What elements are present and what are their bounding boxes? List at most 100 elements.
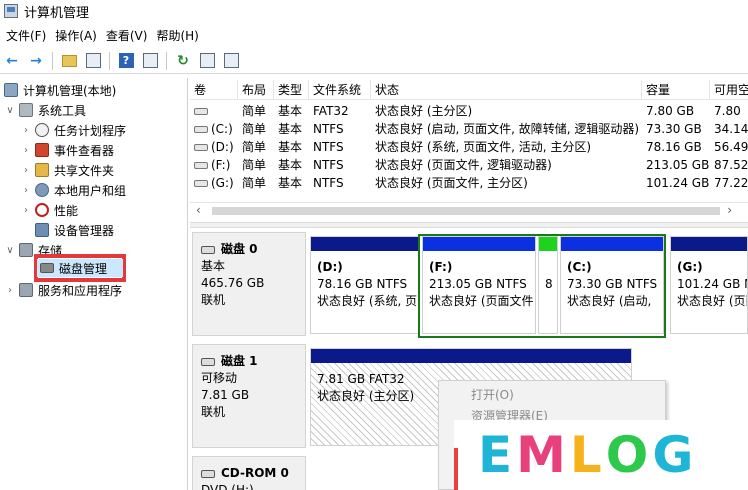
partition-status: 状态良好 (系统, 页 [317,294,418,308]
column-header-capacity[interactable]: 容量 [642,80,710,100]
tree-label: 设备管理器 [54,223,115,238]
filesystem-cell: NTFS [313,140,344,154]
partition-size: 213.05 GB NTFS [429,277,527,291]
column-header-filesystem[interactable]: 文件系统 [309,80,371,100]
tree-label: 本地用户和组 [54,183,127,198]
partition-f[interactable]: (F:) 213.05 GB NTFS 状态良好 (页面文件 [422,236,536,334]
menu-view[interactable]: 查看(V) [104,27,155,44]
partition-unallocated-small[interactable]: 8 [538,236,558,334]
partition-c[interactable]: (C:) 73.30 GB NTFS 状态良好 (启动, [560,236,664,334]
tree-item-performance[interactable]: › 性能 [20,200,78,220]
partition-d[interactable]: (D:) 78.16 GB NTFS 状态良好 (系统, 页 [310,236,420,334]
partition-size: 78.16 GB NTFS [317,277,408,291]
capacity-cell: 73.30 GB [646,122,702,136]
cd-drive-icon [201,469,215,478]
scrollbar-thumb[interactable] [212,207,720,215]
disk-size: 7.81 GB [201,388,250,402]
logo-letter-l: L [569,426,606,484]
partition-info: (C:) 73.30 GB NTFS 状态良好 (启动, [567,259,657,310]
help-icon[interactable]: ? [116,51,136,71]
navigation-tree: 计算机管理(本地) ∨ 系统工具 › 任务计划程序 › 事件查看器 › 共享文件… [0,78,188,490]
export-icon[interactable] [221,51,241,71]
tree-item-device-manager[interactable]: 设备管理器 [35,220,114,240]
menu-item-open[interactable]: 打开(O) [471,385,514,405]
column-header-status[interactable]: 状态 [371,80,642,100]
properties-icon[interactable] [197,51,217,71]
partition-status: 状态良好 (页面文件 [429,294,534,308]
chevron-right-icon[interactable]: › [20,205,32,216]
cdrom-0-label[interactable]: CD-ROM 0 DVD (H:) [192,456,306,490]
chevron-right-icon[interactable]: › [4,285,16,296]
disk-1-label[interactable]: 磁盘 1 可移动 7.81 GB 联机 [192,344,306,448]
tree-item-event-viewer[interactable]: › 事件查看器 [20,140,114,160]
table-row[interactable]: (G:) 简单 基本 NTFS 状态良好 (页面文件, 主分区) 101.24 … [190,174,748,192]
volume-cell: (F:) [190,156,238,174]
logo-stripe [454,448,458,490]
chevron-right-icon[interactable]: › [20,125,32,136]
computer-management-icon [4,4,18,18]
chevron-down-icon[interactable]: ∨ [4,105,16,116]
table-row[interactable]: 简单 基本 FAT32 状态良好 (主分区) 7.80 GB 7.80 [190,102,748,120]
back-arrow-icon[interactable]: ← [2,51,22,71]
column-header-volume[interactable]: 卷 [190,80,238,100]
layout-cell: 简单 [242,158,267,172]
volume-name: (F:) [211,158,231,172]
clock-icon [35,123,49,137]
partition-name: (D:) [317,260,343,274]
chevron-right-icon[interactable]: › [20,165,32,176]
logo-letter-g: G [652,426,698,484]
removable-disk-icon [201,357,215,366]
table-row[interactable]: (F:) 简单 基本 NTFS 状态良好 (页面文件, 逻辑驱动器) 213.0… [190,156,748,174]
tree-item-local-users[interactable]: › 本地用户和组 [20,180,126,200]
tree-label: 磁盘管理 [59,261,108,276]
disk-name: 磁盘 1 [221,354,258,368]
partition-status: 状态良好 (页面文件 [677,294,747,308]
services-icon [19,283,33,297]
partition-status: 状态良好 (主分区) [317,389,415,403]
tree-item-disk-management[interactable]: 磁盘管理 [40,258,107,278]
tree-item-task-scheduler[interactable]: › 任务计划程序 [20,120,126,140]
tree-item-services-apps[interactable]: › 服务和应用程序 [4,280,122,300]
refresh-icon[interactable]: ↻ [173,51,193,71]
volume-cell [190,102,238,120]
tree-label: 共享文件夹 [54,163,115,178]
storage-icon [19,243,33,257]
column-header-type[interactable]: 类型 [274,80,309,100]
horizontal-scrollbar[interactable]: ‹ › [190,202,748,218]
partition-g[interactable]: (G:) 101.24 GB NTFS 状态良好 (页面文件 [670,236,748,334]
partition-bar [539,237,557,251]
menu-action[interactable]: 操作(A) [53,27,104,44]
show-hide-tree-icon[interactable] [83,51,103,71]
layout-cell: 简单 [242,176,267,190]
scroll-left-icon[interactable]: ‹ [196,203,201,217]
column-header-free-space[interactable]: 可用空 [710,80,748,100]
partition-size: 73.30 GB NTFS [567,277,658,291]
tools-icon [19,103,33,117]
tree-item-system-tools[interactable]: ∨ 系统工具 [4,100,86,120]
partition-info: 8 [545,276,553,293]
pane-splitter[interactable] [190,222,748,228]
tree-item-shared-folders[interactable]: › 共享文件夹 [20,160,114,180]
table-row[interactable]: (D:) 简单 基本 NTFS 状态良好 (系统, 页面文件, 活动, 主分区)… [190,138,748,156]
drive-icon [194,108,208,115]
table-row[interactable]: (C:) 简单 基本 NTFS 状态良好 (启动, 页面文件, 故障转储, 逻辑… [190,120,748,138]
chevron-right-icon[interactable]: › [20,145,32,156]
menu-help[interactable]: 帮助(H) [154,27,205,44]
column-header-layout[interactable]: 布局 [238,80,274,100]
disk-kind: 可移动 [201,371,238,385]
chevron-right-icon[interactable]: › [20,185,32,196]
chevron-down-icon[interactable]: ∨ [4,245,16,256]
volume-name: (G:) [211,176,234,190]
tree-item-root[interactable]: 计算机管理(本地) [4,80,116,100]
disk-0-label[interactable]: 磁盘 0 基本 465.76 GB 联机 [192,232,306,336]
up-folder-icon[interactable] [59,51,79,71]
menu-file[interactable]: 文件(F) [4,27,53,44]
scroll-right-icon[interactable]: › [727,203,732,217]
partition-status: 状态良好 (启动, [567,294,652,308]
forward-arrow-icon[interactable]: → [26,51,46,71]
help-pane-icon[interactable] [140,51,160,71]
status-cell: 状态良好 (页面文件, 主分区) [375,176,528,190]
partition-bar [561,237,663,251]
status-cell: 状态良好 (启动, 页面文件, 故障转储, 逻辑驱动器) [375,122,640,136]
title-bar: 计算机管理 [0,0,748,22]
